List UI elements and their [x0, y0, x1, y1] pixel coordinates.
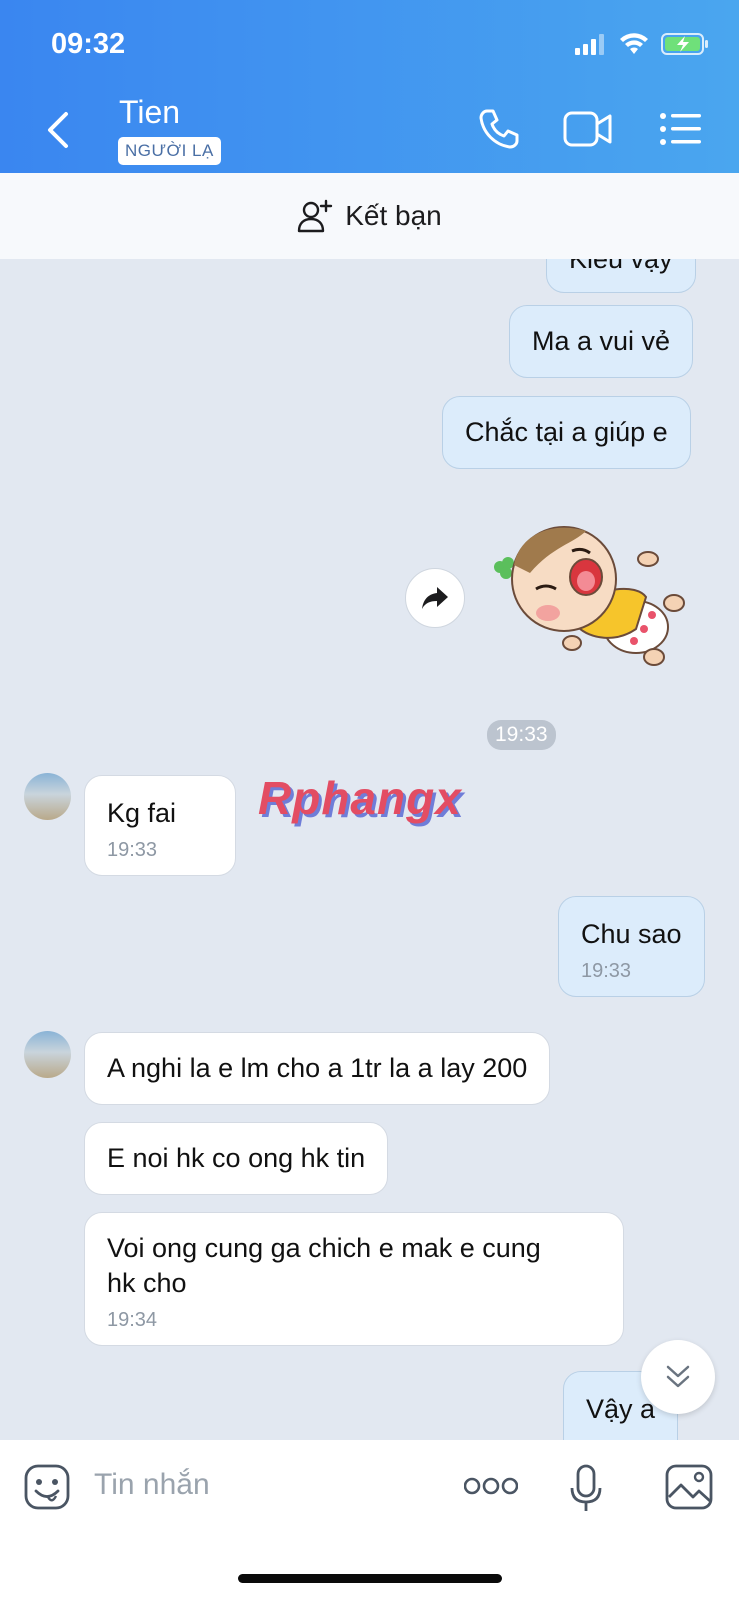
menu-list-icon[interactable]: [660, 112, 702, 146]
contact-name[interactable]: Tien: [119, 94, 180, 131]
scroll-to-bottom-button[interactable]: [641, 1340, 715, 1414]
wifi-icon: [620, 33, 648, 54]
add-friend-label: Kết bạn: [345, 200, 442, 231]
avatar[interactable]: [24, 1031, 71, 1078]
message-time: 19:34: [107, 1309, 158, 1331]
more-options-icon[interactable]: [464, 1476, 518, 1496]
message-bubble-received[interactable]: E noi hk co ong hk tin: [84, 1122, 389, 1195]
message-text: Chắc tại a giúp e: [465, 417, 668, 447]
status-icons: [575, 32, 709, 56]
message-time: 19:33: [581, 960, 632, 982]
message-text: Kiểu vậy: [569, 259, 673, 274]
message-bubble-received[interactable]: Voi ong cung ga chich e mak e cung hk ch…: [84, 1212, 624, 1346]
image-gallery-icon[interactable]: [665, 1464, 713, 1510]
sticker-image[interactable]: [486, 517, 686, 687]
signal-icon: [575, 34, 604, 55]
message-bubble-sent[interactable]: Kiểu vậy: [546, 259, 696, 293]
home-indicator: [238, 1574, 502, 1583]
phone-icon[interactable]: [478, 108, 520, 150]
add-user-icon: [298, 199, 333, 233]
message-bubble-sent[interactable]: Ma a vui vẻ: [509, 305, 694, 378]
message-bubble-received[interactable]: A nghi la e lm cho a 1tr la a lay 200: [84, 1032, 551, 1105]
message-text-line: hk cho: [107, 1268, 187, 1298]
chat-header: 09:32 Tien NGƯỜI LẠ: [0, 0, 739, 173]
double-chevron-down-icon: [666, 1365, 690, 1388]
watermark-text: Rphangx: [258, 772, 462, 824]
forward-icon: [422, 587, 448, 609]
message-time: 19:33: [107, 839, 158, 861]
message-bubble-received[interactable]: Kg fai 19:33: [84, 775, 236, 876]
message-list[interactable]: Kiểu vậy Ma a vui vẻ Chắc tại a giúp e 1…: [0, 259, 739, 1440]
add-friend-button[interactable]: Kết bạn: [0, 173, 739, 259]
avatar[interactable]: [24, 773, 71, 820]
time-divider: 19:33: [487, 720, 556, 750]
message-bubble-sent[interactable]: Chu sao 19:33: [558, 896, 705, 997]
message-text: E noi hk co ong hk tin: [107, 1143, 366, 1173]
message-text: Ma a vui vẻ: [532, 326, 671, 356]
back-icon[interactable]: [40, 108, 76, 152]
battery-charging-icon: [661, 33, 708, 55]
message-bubble-sent[interactable]: Chắc tại a giúp e: [442, 396, 691, 469]
stranger-badge: NGƯỜI LẠ: [118, 137, 221, 165]
video-call-icon[interactable]: [563, 110, 613, 148]
message-text: Vậy a: [586, 1394, 656, 1424]
forward-button[interactable]: [405, 568, 465, 628]
message-text-line: Voi ong cung ga chich e mak e cung: [107, 1233, 541, 1263]
message-text: Kg fai: [107, 798, 177, 828]
microphone-icon[interactable]: [569, 1464, 603, 1514]
emoji-icon[interactable]: [24, 1464, 70, 1510]
status-time: 09:32: [51, 28, 126, 60]
message-text: Chu sao: [581, 919, 682, 949]
message-text: A nghi la e lm cho a 1tr la a lay 200: [107, 1053, 528, 1083]
message-input[interactable]: Tin nhắn: [94, 1468, 210, 1502]
